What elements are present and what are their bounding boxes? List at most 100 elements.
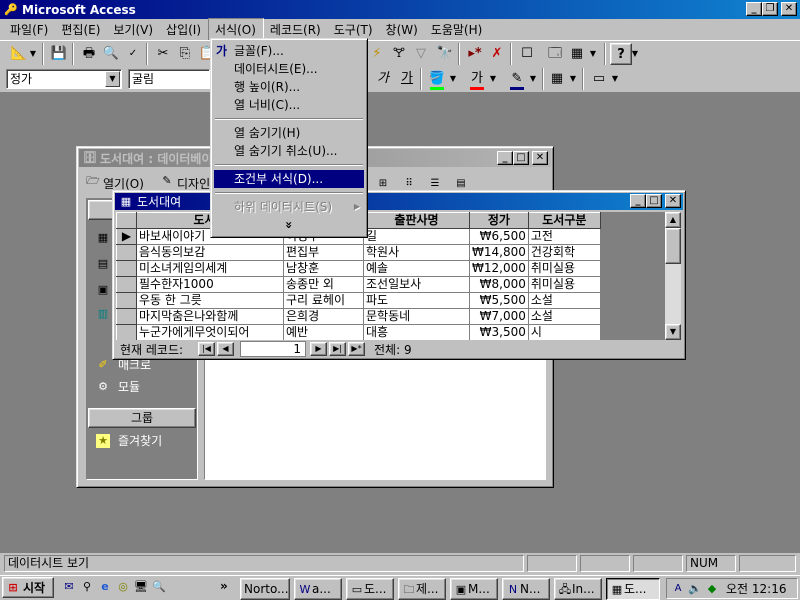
menu-tools[interactable]: 도구(T) <box>328 19 380 40</box>
db-close-button[interactable]: ✕ <box>532 151 548 165</box>
menu-item-row-height[interactable]: 행 높이(R)... <box>214 78 364 96</box>
datasheet-titlebar[interactable]: ▦ 도서대여 <box>115 193 683 210</box>
save-icon[interactable]: 💾 <box>48 43 70 65</box>
cell[interactable]: 문학동네 <box>363 308 470 325</box>
ds-maximize-button[interactable]: □ <box>646 194 662 208</box>
scroll-thumb[interactable] <box>665 228 681 264</box>
cell[interactable]: 취미실용 <box>528 260 601 277</box>
cell[interactable]: 예반 <box>283 324 364 340</box>
object-icon-tables[interactable]: ▦ <box>96 230 110 245</box>
gridlines-icon[interactable]: ▦ <box>546 68 568 90</box>
menu-item-unhide-columns[interactable]: 열 숨기기 취소(U)... <box>214 142 364 160</box>
mouse-icon[interactable]: ⚲ <box>80 580 94 594</box>
db-maximize-button[interactable]: □ <box>513 151 529 165</box>
menu-item-hide-columns[interactable]: 열 숨기기(H) <box>214 124 364 142</box>
ime-icon[interactable]: A <box>671 582 685 596</box>
cell[interactable]: 마지막춤은나와함께 <box>136 308 284 325</box>
table-row[interactable]: 음식동의보감 편집부 학원사 ₩14,800 건강회학 <box>116 244 601 261</box>
cell[interactable]: 누군가에게무엇이되어 <box>136 324 284 340</box>
menu-file[interactable]: 파일(F) <box>4 19 55 40</box>
menu-view[interactable]: 보기(V) <box>107 19 160 40</box>
special-effect-dropdown-arrow[interactable]: ▼ <box>610 68 620 90</box>
app-restore-button[interactable]: ❐ <box>762 2 778 16</box>
row-selector[interactable] <box>116 324 137 340</box>
start-button[interactable]: ⊞ 시작 <box>2 577 54 598</box>
font-combo[interactable]: 굴림 <box>128 69 210 89</box>
cell[interactable]: 조선일보사 <box>363 276 470 293</box>
cell[interactable]: ₩12,000 <box>469 260 529 277</box>
menu-expand-chevron[interactable]: » <box>214 216 364 234</box>
cell[interactable]: 소설 <box>528 308 601 325</box>
new-record-button[interactable]: ▶* <box>348 342 365 356</box>
menu-help[interactable]: 도움말(H) <box>425 19 490 40</box>
menu-item-subdatasheet[interactable]: 하위 데이터시트(S) ▶ <box>214 198 364 216</box>
table-row[interactable]: 미소녀게임의세계 남창훈 예솔 ₩12,000 취미실용 <box>116 260 601 277</box>
cell[interactable]: 학원사 <box>363 244 470 261</box>
menu-window[interactable]: 창(W) <box>380 19 425 40</box>
desktop-icon[interactable]: 🖥 <box>134 580 148 594</box>
menu-item-font[interactable]: 가 글꼴(F)... <box>214 42 364 60</box>
database-window-icon[interactable]: 🗔 <box>544 43 566 65</box>
cell[interactable]: 길 <box>363 228 470 245</box>
chevron-down-icon[interactable]: ▼ <box>105 71 120 87</box>
app-minimize-button[interactable]: _ <box>746 2 762 16</box>
app-titlebar[interactable]: 🔑 Microsoft Access <box>0 0 800 19</box>
filter-icon[interactable]: ▽ <box>410 43 432 65</box>
help-icon[interactable]: ? <box>610 43 632 65</box>
column-header[interactable]: 도서구분 <box>527 212 601 229</box>
object-modules[interactable]: ⚙ 모듈 <box>88 376 140 398</box>
menu-edit[interactable]: 편집(E) <box>55 19 107 40</box>
italic-button[interactable]: 가 <box>372 68 394 90</box>
table-row[interactable]: 필수한자1000 송종만 외 조선일보사 ₩8,000 취미실용 <box>116 276 601 293</box>
row-selector-header[interactable] <box>116 212 137 229</box>
cell[interactable]: ₩6,500 <box>469 228 529 245</box>
previous-record-button[interactable]: ◀ <box>217 342 234 356</box>
column-header[interactable]: 정가 <box>469 212 529 229</box>
row-selector[interactable] <box>116 292 137 309</box>
cut-icon[interactable]: ✂ <box>152 43 174 65</box>
speaker-icon[interactable]: 🔈 <box>688 582 702 596</box>
gridlines-dropdown-arrow[interactable]: ▼ <box>568 68 578 90</box>
task-button[interactable]: 🗀 제... <box>398 578 446 600</box>
spelling-icon[interactable]: ✓ <box>122 43 144 65</box>
cell[interactable]: ₩7,000 <box>469 308 529 325</box>
object-icon-reports[interactable]: ▥ <box>96 306 110 321</box>
filter-by-selection-icon[interactable]: 🝖 <box>388 43 410 65</box>
lightning-icon[interactable]: ⚡ <box>366 43 388 65</box>
menu-item-datasheet[interactable]: 데이터시트(E)... <box>214 60 364 78</box>
scroll-down-button[interactable]: ▼ <box>665 324 681 340</box>
task-button[interactable]: 🖧In... <box>554 578 602 600</box>
cell[interactable]: 소설 <box>528 292 601 309</box>
delete-record-icon[interactable]: ✗ <box>486 43 508 65</box>
quicklaunch-overflow[interactable]: » <box>220 579 228 593</box>
task-button[interactable]: ▭ 도... <box>346 578 394 600</box>
task-button[interactable]: Wa... <box>294 578 342 600</box>
cell[interactable]: 필수한자1000 <box>136 276 284 293</box>
row-selector[interactable] <box>116 260 137 277</box>
favorites-item[interactable]: ★ 즐겨찾기 <box>88 430 162 452</box>
current-record-indicator[interactable]: ▶ <box>116 228 137 245</box>
cell[interactable]: ₩3,500 <box>469 324 529 340</box>
find-icon[interactable]: 🔭 <box>434 43 456 65</box>
media-icon[interactable]: ◎ <box>116 580 130 594</box>
copy-icon[interactable]: ⎘ <box>174 43 196 65</box>
groups-header[interactable]: 그룹 <box>88 408 196 428</box>
underline-button[interactable]: 가 <box>396 68 418 90</box>
object-combo[interactable]: 정가 ▼ <box>6 69 122 89</box>
task-button[interactable]: N N... <box>502 578 550 600</box>
cell[interactable]: 건강회학 <box>528 244 601 261</box>
object-icon-queries[interactable]: ▤ <box>96 256 110 271</box>
ds-close-button[interactable]: ✕ <box>665 194 681 208</box>
menu-insert[interactable]: 삽입(I) <box>160 19 208 40</box>
tray-icon[interactable]: ◆ <box>705 582 719 596</box>
cell[interactable]: 파도 <box>363 292 470 309</box>
line-color-dropdown-arrow[interactable]: ▼ <box>528 68 538 90</box>
cell[interactable]: 송종만 외 <box>283 276 364 293</box>
cell[interactable]: ₩8,000 <box>469 276 529 293</box>
menu-item-conditional-formatting[interactable]: 조건부 서식(D)... <box>214 170 364 188</box>
table-row[interactable]: 누군가에게무엇이되어 예반 대흥 ₩3,500 시 <box>116 324 601 340</box>
row-selector[interactable] <box>116 308 137 325</box>
row-selector[interactable] <box>116 244 137 261</box>
db-minimize-button[interactable]: _ <box>497 151 513 165</box>
properties-icon[interactable]: ☐ <box>516 43 538 65</box>
